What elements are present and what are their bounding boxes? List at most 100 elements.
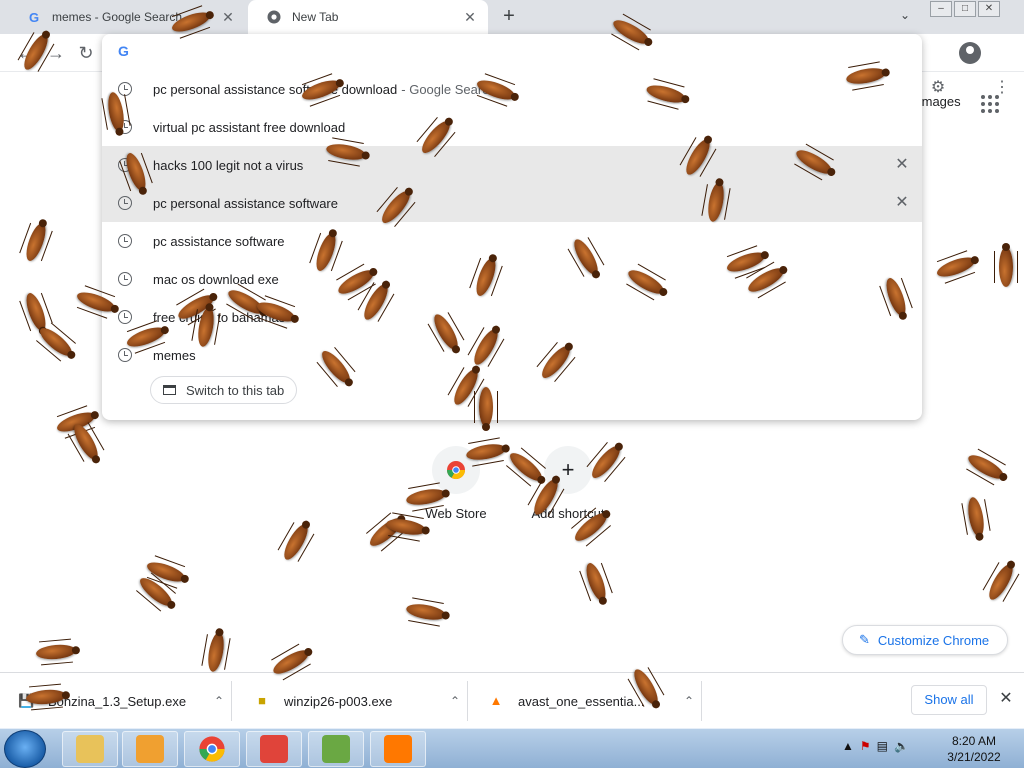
close-icon[interactable]: ✕: [997, 690, 1015, 708]
google-g-icon: G: [28, 9, 40, 25]
new-tab-button[interactable]: +: [498, 6, 520, 28]
cockroach-sprite: [29, 638, 83, 666]
close-tab-icon[interactable]: ✕: [220, 9, 236, 26]
office-icon[interactable]: [246, 731, 302, 767]
explorer-icon[interactable]: [62, 731, 118, 767]
suggestion-suffix: - Google Search: [401, 81, 496, 97]
avast-icon[interactable]: [370, 731, 426, 767]
cockroach-sprite: [994, 241, 1018, 293]
history-clock-icon: [118, 348, 132, 362]
suggestion-row[interactable]: mac os download exe: [102, 260, 922, 298]
chevron-up-icon[interactable]: ⌃: [677, 694, 701, 708]
chrome-icon: [266, 9, 282, 25]
suggestion-text: pc assistance software: [153, 233, 285, 249]
network-icon[interactable]: ▤: [877, 739, 888, 753]
cockroach-sprite: [128, 566, 183, 618]
suggestion-row[interactable]: pc assistance software: [102, 222, 922, 260]
menu-kebab-icon[interactable]: ⋮: [992, 77, 1012, 97]
clock-time: 8:20 AM: [951, 734, 997, 748]
remove-suggestion-icon[interactable]: ✕: [894, 157, 910, 173]
download-filename: Bonzina_1.3_Setup.exe: [48, 693, 187, 709]
suggestion-text: free cruise to bahamas: [153, 309, 286, 325]
tray-expand-icon[interactable]: ▲: [842, 739, 854, 753]
back-arrow-icon[interactable]: ←: [14, 41, 38, 65]
customize-chrome-button[interactable]: ✎ Customize Chrome: [842, 625, 1008, 655]
network-shield-icon[interactable]: [308, 731, 364, 767]
tab-title: memes - Google Search: [52, 10, 183, 24]
suggestion-text: virtual pc assistant free download: [153, 119, 346, 135]
suggestion-text: pc personal assistance software: [153, 195, 338, 211]
tab-search-chevron-icon[interactable]: ⌄: [896, 8, 914, 26]
customize-label: Customize Chrome: [877, 632, 990, 648]
download-item[interactable]: 💾 Bonzina_1.3_Setup.exe ⌃: [0, 681, 232, 721]
history-clock-icon: [118, 310, 132, 324]
system-tray: ▲ ⚑ ▤ 🔈: [842, 739, 909, 753]
download-item[interactable]: ▲ avast_one_essentia... ⌃: [470, 681, 702, 721]
shortcut-add[interactable]: + Add shortcut: [522, 446, 614, 521]
suggestion-row[interactable]: memes: [102, 336, 922, 374]
tab-strip: G memes - Google Search ✕ New Tab ✕ + ⌄ …: [0, 0, 1024, 34]
images-link[interactable]: Images: [918, 94, 961, 109]
clock-date: 3/21/2022: [947, 750, 1001, 764]
history-clock-icon: [118, 234, 132, 248]
start-button[interactable]: [4, 730, 46, 768]
maximize-button[interactable]: □: [954, 1, 976, 17]
close-tab-icon[interactable]: ✕: [462, 9, 478, 26]
download-filename: avast_one_essentia...: [518, 693, 645, 709]
switch-to-tab-button[interactable]: Switch to this tab: [150, 376, 298, 404]
show-all-downloads-button[interactable]: Show all: [911, 685, 987, 715]
history-clock-icon: [118, 82, 132, 96]
chevron-up-icon[interactable]: ⌃: [207, 694, 231, 708]
download-filename: winzip26-p003.exe: [284, 693, 393, 709]
suggestion-row[interactable]: hacks 100 legit not a virus ✕: [102, 146, 922, 184]
cockroach-sprite: [47, 402, 104, 442]
forward-arrow-icon[interactable]: →: [44, 41, 68, 65]
cockroach-sprite: [137, 552, 194, 592]
address-input[interactable]: [150, 42, 890, 62]
suggestion-row[interactable]: pc personal assistance software ✕: [102, 184, 922, 222]
cockroach-sprite: [978, 553, 1024, 610]
chevron-up-icon[interactable]: ⌃: [443, 694, 467, 708]
suggestion-row[interactable]: free cruise to bahamas: [102, 298, 922, 336]
suggestion-text: pc personal assistance software download: [153, 81, 398, 97]
history-clock-icon: [118, 272, 132, 286]
minimize-button[interactable]: –: [930, 1, 952, 17]
chrome-webstore-icon: [432, 446, 480, 494]
pencil-icon: ✎: [859, 632, 870, 647]
reload-icon[interactable]: ↻: [74, 41, 98, 65]
suggestion-text: mac os download exe: [153, 271, 279, 287]
cockroach-sprite: [960, 489, 993, 544]
media-player-icon[interactable]: [122, 731, 178, 767]
taskbar: ▲ ⚑ ▤ 🔈 8:20 AM 3/21/2022: [0, 728, 1024, 768]
window-controls: – □ ✕: [928, 1, 1000, 17]
cockroach-sprite: [16, 213, 56, 270]
suggestion-text: memes: [153, 347, 196, 363]
tab-new-tab[interactable]: New Tab ✕: [248, 0, 488, 34]
switch-tab-label: Switch to this tab: [186, 382, 285, 398]
shortcut-label: Add shortcut: [531, 506, 605, 521]
suggestion-row[interactable]: pc personal assistance software download…: [102, 70, 922, 108]
remove-suggestion-icon[interactable]: ✕: [894, 195, 910, 211]
history-clock-icon: [118, 196, 132, 210]
download-item[interactable]: ■ winzip26-p003.exe ⌃: [236, 681, 468, 721]
history-clock-icon: [118, 120, 132, 134]
omnibox: G: [102, 34, 922, 70]
volume-icon[interactable]: 🔈: [894, 739, 909, 753]
cockroach-sprite: [358, 506, 413, 558]
suggestion-row[interactable]: virtual pc assistant free download: [102, 108, 922, 146]
cockroach-sprite: [28, 316, 83, 368]
taskbar-clock[interactable]: 8:20 AM 3/21/2022: [940, 733, 1008, 765]
chrome-icon[interactable]: [184, 731, 240, 767]
close-window-button[interactable]: ✕: [978, 1, 1000, 17]
suggestion-text: hacks 100 legit not a virus: [153, 157, 304, 173]
profile-avatar[interactable]: [959, 42, 981, 64]
shortcut-web-store[interactable]: Web Store: [410, 446, 502, 521]
tab-memes-search[interactable]: G memes - Google Search ✕: [8, 0, 246, 34]
cockroach-sprite: [16, 283, 56, 340]
flag-icon[interactable]: ⚑: [860, 739, 871, 753]
apps-grid-icon[interactable]: [981, 95, 999, 113]
shortcut-label: Web Store: [425, 506, 487, 521]
omnibox-dropdown: G pc personal assistance software downlo…: [102, 34, 922, 420]
suggestion-list: pc personal assistance software download…: [102, 70, 922, 374]
cockroach-sprite: [273, 513, 320, 570]
